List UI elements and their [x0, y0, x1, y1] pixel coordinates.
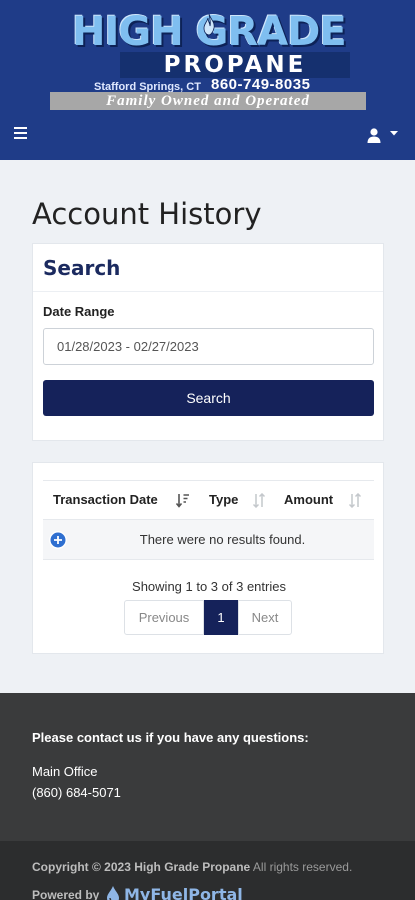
logo-subtitle: PROPANE — [120, 52, 350, 78]
powered-by-label: Powered by — [32, 888, 100, 900]
office-name: Main Office — [32, 764, 98, 779]
fuel-drop-icon — [107, 886, 119, 900]
pagination-page-current[interactable]: 1 — [204, 600, 238, 635]
search-card: Search Date Range Search — [32, 243, 384, 441]
page-title: Account History — [32, 197, 262, 231]
entries-info: Showing 1 to 3 of 3 entries — [132, 579, 286, 594]
company-logo[interactable]: HIGH GRADE PROPANE Stafford Springs, CT … — [50, 8, 366, 110]
sort-icon[interactable] — [348, 493, 362, 508]
results-card: Transaction Date Type Amount There were … — [32, 462, 384, 654]
pagination-previous[interactable]: Previous — [124, 600, 204, 635]
hamburger-menu-icon[interactable] — [12, 124, 34, 146]
sort-desc-icon[interactable] — [176, 493, 190, 508]
date-range-label: Date Range — [43, 304, 115, 319]
search-heading: Search — [43, 256, 121, 280]
results-table: Transaction Date Type Amount There were … — [43, 480, 374, 560]
pagination-next[interactable]: Next — [238, 600, 292, 635]
date-range-input[interactable] — [43, 328, 374, 365]
logo-tagline: Family Owned and Operated — [50, 92, 366, 110]
search-button[interactable]: Search — [43, 380, 374, 416]
column-header-type[interactable]: Type — [209, 481, 238, 519]
expand-plus-icon[interactable] — [49, 531, 67, 549]
office-phone[interactable]: (860) 684-5071 — [32, 785, 121, 801]
user-icon[interactable] — [364, 124, 404, 146]
copyright-text: Copyright © 2023 High Grade Propane All … — [32, 859, 352, 875]
sort-icon[interactable] — [252, 493, 266, 508]
chevron-down-icon — [390, 131, 398, 136]
pagination: Previous 1 Next — [124, 600, 292, 635]
copyright-bar: Copyright © 2023 High Grade Propane All … — [0, 841, 415, 900]
no-results-message: There were no results found. — [139, 532, 306, 547]
myfuelportal-logo[interactable]: MyFuelPortal — [124, 885, 243, 900]
site-footer: Please contact us if you have any questi… — [0, 693, 415, 841]
copyright-rest: All rights reserved. — [250, 860, 353, 874]
table-header: Transaction Date Type Amount — [43, 480, 374, 520]
flame-icon — [203, 14, 215, 36]
column-header-transaction-date[interactable]: Transaction Date — [53, 481, 158, 519]
search-card-header: Search — [33, 244, 383, 292]
table-row: There were no results found. — [43, 520, 374, 560]
contact-heading: Please contact us if you have any questi… — [32, 730, 309, 745]
copyright-company: Copyright © 2023 High Grade Propane — [32, 860, 251, 874]
column-header-amount[interactable]: Amount — [284, 481, 333, 519]
site-header: HIGH GRADE PROPANE Stafford Springs, CT … — [0, 0, 415, 160]
